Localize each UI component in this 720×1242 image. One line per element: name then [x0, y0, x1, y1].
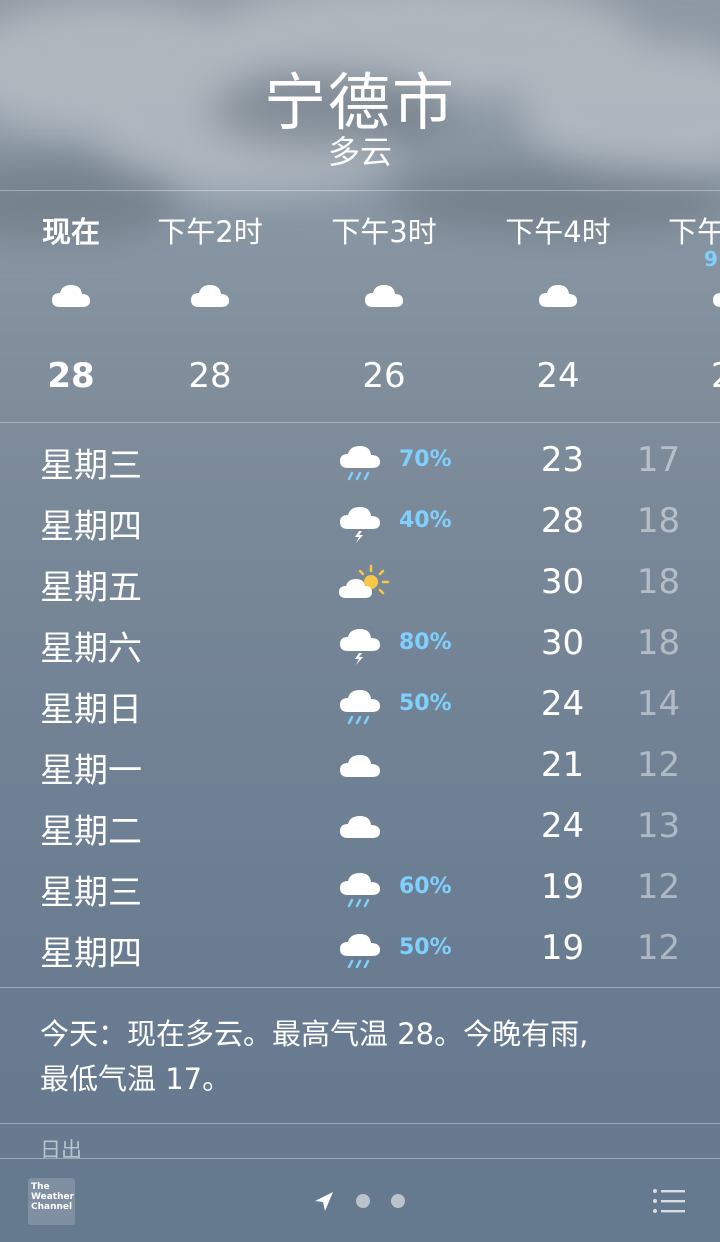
- daily-row: 星期六 80% 30 18: [0, 613, 720, 674]
- cloud-icon: [340, 816, 380, 838]
- daily-row: 星期一 21 12: [0, 735, 720, 796]
- hour-temperature: 28: [47, 356, 95, 396]
- day-low-temp: 18: [636, 562, 681, 602]
- day-low-temp: 17: [636, 440, 681, 480]
- day-high-temp: 23: [540, 440, 585, 480]
- daily-row: 星期五 30 18: [0, 552, 720, 613]
- day-precip: 50%: [399, 691, 452, 716]
- location-header: 宁德市 多云: [0, 0, 720, 190]
- day-low-temp: 12: [636, 745, 681, 785]
- page-indicator[interactable]: [312, 1187, 412, 1215]
- day-high-temp: 28: [540, 501, 585, 541]
- hourly-forecast[interactable]: 现在 28 下午2时 28 下午3时 26 下午4时 24 下午 9 2: [0, 191, 720, 422]
- day-low-temp: 13: [636, 806, 681, 846]
- hour-label: 下午3时: [331, 215, 437, 249]
- hour-temperature: 2: [711, 356, 720, 396]
- thunderstorm-icon: [340, 629, 380, 665]
- hour-label: 下午4时: [505, 215, 611, 249]
- day-precip: 60%: [399, 874, 452, 899]
- day-high-temp: 30: [540, 623, 585, 663]
- hour-label: 现在: [41, 215, 101, 249]
- hour-label: 下午: [668, 215, 720, 249]
- day-name: 星期三: [40, 446, 142, 486]
- daily-row: 星期三 70% 23 17: [0, 430, 720, 491]
- cloud-icon: [713, 293, 720, 307]
- day-name: 星期日: [40, 690, 142, 730]
- day-name: 星期四: [40, 934, 142, 974]
- day-name: 星期五: [40, 568, 142, 608]
- bottom-toolbar: The Weather Channel: [0, 1158, 720, 1242]
- day-low-temp: 18: [636, 623, 681, 663]
- summary-line: 最低气温 17。: [40, 1062, 232, 1096]
- daily-row: 星期二 24 13: [0, 796, 720, 857]
- cloud-icon: [539, 285, 577, 307]
- current-condition: 多云: [327, 133, 392, 171]
- hour-label: 下午2时: [157, 215, 263, 249]
- cloud-icon: [365, 285, 403, 307]
- rain-icon: [340, 690, 380, 725]
- rain-icon: [340, 446, 380, 481]
- day-low-temp: 18: [636, 501, 681, 541]
- daily-row: 星期日 50% 24 14: [0, 674, 720, 735]
- list-icon[interactable]: [652, 1187, 686, 1215]
- hour-precip: 9: [704, 247, 718, 271]
- daily-row: 星期三 60% 19 12: [0, 857, 720, 918]
- daily-row: 星期四 40% 28 18: [0, 491, 720, 552]
- cloud-icon: [191, 285, 229, 307]
- day-precip: 70%: [399, 447, 452, 472]
- divider: [0, 987, 720, 988]
- day-name: 星期一: [40, 751, 142, 791]
- day-low-temp: 12: [636, 928, 681, 968]
- page-dot: [356, 1194, 370, 1208]
- day-high-temp: 19: [540, 867, 585, 907]
- day-high-temp: 30: [540, 562, 585, 602]
- day-high-temp: 19: [540, 928, 585, 968]
- thunderstorm-icon: [340, 507, 380, 543]
- day-precip: 40%: [399, 508, 452, 533]
- day-name: 星期四: [40, 507, 142, 547]
- rain-icon: [340, 934, 380, 969]
- sunrise-label: 日出: [40, 1138, 82, 1158]
- divider: [0, 1123, 720, 1124]
- day-low-temp: 14: [636, 684, 681, 724]
- day-precip: 80%: [399, 630, 452, 655]
- day-high-temp: 21: [540, 745, 585, 785]
- day-name: 星期三: [40, 873, 142, 913]
- day-low-temp: 12: [636, 867, 681, 907]
- day-high-temp: 24: [540, 684, 585, 724]
- partly-sunny-icon: [339, 564, 390, 598]
- location-arrow-icon: [315, 1192, 333, 1211]
- day-precip: 50%: [399, 935, 452, 960]
- hourly-item-partial: 下午 9 2: [666, 191, 720, 422]
- hour-temperature: 28: [188, 356, 232, 396]
- summary-line: 今天：现在多云。最高气温 28。今晚有雨,: [40, 1017, 589, 1051]
- divider: [0, 422, 720, 423]
- day-high-temp: 24: [540, 806, 585, 846]
- day-name: 星期二: [40, 812, 142, 852]
- rain-icon: [340, 873, 380, 908]
- page-dot: [391, 1194, 405, 1208]
- hour-temperature: 26: [362, 356, 406, 396]
- weather-channel-logo[interactable]: The Weather Channel: [28, 1178, 75, 1225]
- daily-row: 星期四 50% 19 12: [0, 918, 720, 979]
- today-summary: 今天：现在多云。最高气温 28。今晚有雨, 最低气温 17。: [40, 1012, 690, 1102]
- hour-temperature: 24: [536, 356, 580, 396]
- day-name: 星期六: [40, 629, 142, 669]
- cloud-icon: [340, 755, 380, 777]
- cloud-icon: [52, 285, 90, 307]
